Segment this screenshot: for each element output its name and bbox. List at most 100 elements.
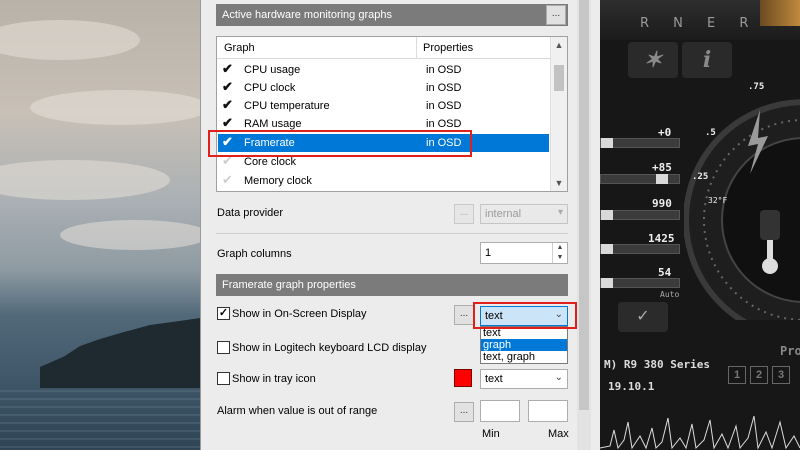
chevron-down-icon: ⌄ [554, 309, 563, 320]
graph-columns-value[interactable]: 1 [485, 247, 491, 259]
graph-columns-label: Graph columns [217, 248, 292, 260]
dialog-scrollbar[interactable] [577, 0, 591, 450]
stepper-up-icon[interactable]: ▲ [553, 243, 567, 253]
checkmark-icon[interactable]: ✔ [222, 135, 236, 149]
graph-row-name: CPU usage [244, 64, 301, 76]
graph-row-core-clock[interactable]: ✔ Core clock [218, 153, 549, 171]
data-provider-more-button[interactable]: ... [454, 204, 474, 224]
graph-row-cpu-clock[interactable]: ✔ CPU clock in OSD [218, 79, 549, 97]
tray-checkbox[interactable] [217, 372, 230, 385]
stepper-down-icon[interactable]: ▼ [553, 253, 567, 263]
apply-check-icon[interactable]: ✓ [618, 302, 668, 332]
graph-row-name: Memory clock [244, 175, 312, 187]
graph-row-cpu-usage[interactable]: ✔ CPU usage in OSD [218, 61, 549, 79]
active-graphs-header: Active hardware monitoring graphs [216, 4, 568, 26]
slider-value: 54 [658, 266, 672, 279]
gauge-tick: .75 [748, 82, 765, 92]
checkmark-icon[interactable]: ✔ [222, 98, 236, 112]
afterburner-skin: R N E R ✶ i +0 +85 990 1425 54 Auto .75 … [600, 0, 800, 450]
osd-mode-select[interactable]: text ⌄ [480, 306, 568, 326]
brand-text: R N E R [640, 16, 759, 31]
graph-list-scrollbar[interactable]: ▲ ▼ [550, 37, 567, 191]
thermometer-icon [760, 210, 780, 240]
graph-row-property: in OSD [426, 137, 462, 149]
properties-column-header[interactable]: Properties [423, 42, 473, 54]
graph-row-ram-usage[interactable]: ✔ RAM usage in OSD [218, 115, 549, 133]
scroll-down-icon[interactable]: ▼ [551, 175, 567, 191]
slider-fan-speed[interactable] [600, 278, 680, 288]
slider-core-voltage[interactable] [600, 138, 680, 148]
skin-top-bar: R N E R [600, 0, 800, 40]
scroll-up-icon[interactable]: ▲ [551, 37, 567, 53]
tray-mode-value: text [485, 373, 503, 385]
graph-row-cpu-temperature[interactable]: ✔ CPU temperature in OSD [218, 97, 549, 115]
osd-mode-dropdown[interactable]: text graph text, graph [480, 326, 568, 364]
profile-1-button[interactable]: 1 [728, 366, 746, 384]
dialog-scroll-thumb[interactable] [579, 0, 589, 410]
osd-more-button[interactable]: ... [454, 305, 474, 325]
logitech-checkbox[interactable] [217, 341, 230, 354]
graph-row-name: Core clock [244, 156, 296, 168]
graph-row-property: in OSD [426, 100, 462, 112]
graph-row-framerate[interactable]: ✔ Framerate in OSD [218, 134, 549, 152]
slider-core-clock[interactable] [600, 210, 680, 220]
checkmark-icon[interactable]: ✔ [222, 154, 236, 168]
slider-value: +0 [658, 126, 672, 139]
logitech-label: Show in Logitech keyboard LCD display [232, 342, 427, 354]
osd-label: Show in On-Screen Display [232, 308, 367, 320]
alarm-more-button[interactable]: ... [454, 402, 474, 422]
alarm-label: Alarm when value is out of range [217, 405, 378, 417]
osd-option-graph[interactable]: graph [481, 339, 567, 351]
slider-value: 990 [652, 197, 672, 210]
alarm-min-label: Min [482, 428, 500, 440]
chevron-down-icon: ⌄ [554, 372, 563, 383]
data-provider-select[interactable]: internal ▾ [480, 204, 568, 224]
slider-value: 1425 [648, 232, 675, 245]
active-graphs-more-button[interactable]: ... [546, 5, 566, 25]
graph-row-property: in OSD [426, 64, 462, 76]
active-graphs-list[interactable]: Graph Properties ✔ CPU usage in OSD ✔ CP… [216, 36, 568, 192]
graph-row-name: CPU clock [244, 82, 296, 94]
data-provider-value: internal [485, 208, 522, 220]
graph-row-memory-clock[interactable]: ✔ Memory clock [218, 172, 549, 190]
framerate-properties-header: Framerate graph properties [216, 274, 568, 296]
desktop-wallpaper [0, 0, 200, 450]
data-provider-label: Data provider [217, 207, 284, 219]
graph-row-property: in OSD [426, 82, 462, 94]
osd-option-text-graph[interactable]: text, graph [481, 351, 567, 363]
profile-3-button[interactable]: 3 [772, 366, 790, 384]
graph-row-property: in OSD [426, 118, 462, 130]
checkmark-icon[interactable]: ✔ [222, 62, 236, 76]
gauge-temp-label: 32°F [708, 196, 728, 205]
osd-option-text[interactable]: text [481, 327, 567, 339]
graph-columns-stepper[interactable]: 1 ▲ ▼ [480, 242, 568, 264]
temperature-gauge [684, 99, 800, 320]
chevron-down-icon: ▾ [557, 207, 563, 218]
graph-column-header[interactable]: Graph [224, 42, 255, 54]
fan-auto-label: Auto [660, 290, 680, 299]
checkmark-icon[interactable]: ✔ [222, 173, 236, 187]
graph-row-name: RAM usage [244, 118, 302, 130]
gear-icon[interactable]: ✶ [628, 42, 678, 78]
alarm-max-input[interactable] [528, 400, 568, 422]
scroll-thumb[interactable] [554, 65, 564, 91]
profile-label: Pro [780, 344, 800, 358]
profile-2-button[interactable]: 2 [750, 366, 768, 384]
alarm-min-input[interactable] [480, 400, 520, 422]
slider-power-limit[interactable] [600, 174, 680, 184]
graph-row-name: CPU temperature [244, 100, 330, 112]
tray-label: Show in tray icon [232, 373, 316, 385]
tray-color-swatch[interactable] [454, 369, 472, 387]
alarm-max-label: Max [548, 428, 569, 440]
slider-memory-clock[interactable] [600, 244, 680, 254]
checkmark-icon[interactable]: ✔ [222, 80, 236, 94]
wallpaper-strip [760, 0, 800, 26]
tray-mode-select[interactable]: text ⌄ [480, 369, 568, 389]
driver-version: 19.10.1 [608, 380, 655, 393]
osd-checkbox[interactable]: ✓ [217, 307, 230, 320]
gauge-tick: .5 [705, 128, 716, 138]
divider [216, 233, 568, 234]
checkmark-icon[interactable]: ✔ [222, 116, 236, 130]
gauge-tick: .25 [692, 172, 709, 182]
gpu-name: M) R9 380 Series [604, 358, 710, 371]
